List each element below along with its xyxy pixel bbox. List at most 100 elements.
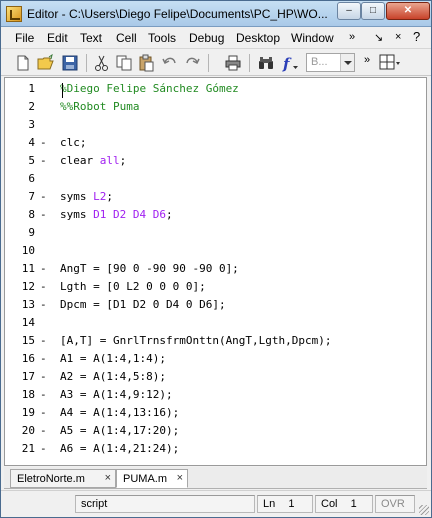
code-terminator: ; [106, 190, 113, 203]
close-window-button[interactable]: ✕ [386, 2, 430, 20]
breakpoint-marker[interactable]: - [40, 188, 47, 206]
line-number: 11 [21, 262, 35, 275]
open-folder-icon[interactable] [37, 54, 55, 72]
code-text: A6 = A(1:4,21:24); [60, 442, 180, 455]
line-number: 6 [28, 172, 35, 185]
menu-window[interactable]: Window [291, 31, 334, 45]
tab-close-button[interactable]: × [105, 472, 111, 484]
code-line[interactable]: 16- A1 = A(1:4,1:4); [5, 350, 425, 368]
code-line[interactable]: 2 %%Robot Puma [5, 98, 425, 116]
overwrite-indicator: OVR [375, 495, 415, 513]
code-line[interactable]: 1 %Diego Felipe Sánchez Gómez [5, 80, 425, 98]
tab-close-button[interactable]: × [177, 472, 183, 484]
menu-cell[interactable]: Cell [116, 31, 137, 45]
breakpoint-marker[interactable]: - [40, 422, 47, 440]
code-line[interactable]: 11- AngT = [90 0 -90 90 -90 0]; [5, 260, 425, 278]
code-line[interactable]: 19- A4 = A(1:4,13:16); [5, 404, 425, 422]
status-bar: script Ln 1 Col 1 OVR [1, 490, 431, 517]
code-line[interactable]: 6 [5, 170, 425, 188]
close-editor-button[interactable]: × [395, 31, 401, 43]
breakpoint-marker[interactable]: - [40, 332, 47, 350]
minimize-button[interactable]: – [337, 2, 361, 20]
breakpoint-marker[interactable]: - [40, 260, 47, 278]
line-number: 10 [21, 244, 35, 257]
copy-icon[interactable] [115, 54, 133, 72]
status-column: Col 1 [315, 495, 373, 513]
breakpoint-marker[interactable]: - [40, 386, 47, 404]
paste-icon[interactable] [137, 54, 155, 72]
code-text: clear all; [60, 152, 126, 170]
breakpoint-marker[interactable]: - [40, 350, 47, 368]
function-icon[interactable]: f [281, 54, 299, 72]
line-number: 2 [28, 100, 35, 113]
menu-debug[interactable]: Debug [189, 31, 224, 45]
menu-more-button[interactable]: » [349, 31, 355, 43]
menu-desktop[interactable]: Desktop [236, 31, 280, 45]
redo-icon[interactable] [183, 54, 201, 72]
breakpoint-marker[interactable]: - [40, 368, 47, 386]
tab-puma[interactable]: PUMA.m × [116, 469, 188, 488]
column-value: 1 [350, 498, 357, 510]
code-editor[interactable]: 1 %Diego Felipe Sánchez Gómez 2 %%Robot Pum… [4, 77, 427, 466]
code-line[interactable]: 7- syms L2; [5, 188, 425, 206]
print-icon[interactable] [224, 54, 242, 72]
font-selector[interactable]: B... [306, 53, 355, 72]
menu-file[interactable]: File [15, 31, 34, 45]
text-cursor [62, 83, 63, 98]
toolbar-more-button[interactable]: » [364, 54, 370, 66]
code-text: A4 = A(1:4,13:16); [60, 406, 180, 419]
code-line[interactable]: 14 [5, 314, 425, 332]
code-text: %%Robot Puma [60, 100, 140, 113]
breakpoint-marker[interactable]: - [40, 440, 47, 458]
tab-label: PUMA.m [123, 473, 167, 485]
line-number: 14 [21, 316, 35, 329]
column-label: Col [321, 498, 338, 510]
code-argument: all [99, 154, 120, 167]
maximize-button[interactable]: □ [361, 2, 385, 20]
resize-grip[interactable] [419, 505, 429, 515]
code-line[interactable]: 4- clc; [5, 134, 425, 152]
undock-icon[interactable]: ↘ [374, 31, 383, 44]
line-number: 19 [21, 406, 35, 419]
code-terminator: ; [165, 208, 173, 221]
breakpoint-marker[interactable]: - [40, 152, 47, 170]
code-line[interactable]: 5- clear all; [5, 152, 425, 170]
save-icon[interactable] [61, 54, 79, 72]
line-number: 7 [28, 190, 35, 203]
code-text: A5 = A(1:4,17:20); [60, 424, 180, 437]
layout-grid-icon[interactable] [379, 54, 401, 72]
undo-icon[interactable] [161, 54, 179, 72]
code-line[interactable]: 17- A2 = A(1:4,5:8); [5, 368, 425, 386]
menu-edit[interactable]: Edit [47, 31, 68, 45]
tab-eletronorte[interactable]: EletroNorte.m × [10, 469, 116, 488]
breakpoint-marker[interactable]: - [40, 278, 47, 296]
line-number: 17 [21, 370, 35, 383]
menu-tools[interactable]: Tools [148, 31, 176, 45]
code-line[interactable]: 3 [5, 116, 425, 134]
find-binoculars-icon[interactable] [257, 54, 275, 72]
breakpoint-marker[interactable]: - [40, 404, 47, 422]
code-line[interactable]: 18- A3 = A(1:4,9:12); [5, 386, 425, 404]
code-line[interactable]: 21- A6 = A(1:4,21:24); [5, 440, 425, 458]
line-number: 8 [28, 208, 35, 221]
line-number: 13 [21, 298, 35, 311]
toolbar-separator [86, 54, 87, 72]
cut-icon[interactable] [93, 54, 111, 72]
breakpoint-marker[interactable]: - [40, 134, 47, 152]
breakpoint-marker[interactable]: - [40, 206, 47, 224]
code-line[interactable]: 9 [5, 224, 425, 242]
chevron-down-icon [340, 54, 354, 71]
code-line[interactable]: 8- syms D1 D2 D4 D6; [5, 206, 425, 224]
menu-text[interactable]: Text [80, 31, 102, 45]
help-button[interactable]: ? [413, 29, 420, 44]
breakpoint-marker[interactable]: - [40, 296, 47, 314]
new-file-icon[interactable] [14, 54, 32, 72]
code-line[interactable]: 13- Dpcm = [D1 D2 0 D4 0 D6]; [5, 296, 425, 314]
title-bar[interactable]: Editor - C:\Users\Diego Felipe\Documents… [1, 1, 431, 27]
code-line[interactable]: 20- A5 = A(1:4,17:20); [5, 422, 425, 440]
code-line[interactable]: 15- [A,T] = GnrlTrnsfrmOnttn(AngT,Lgth,Dp… [5, 332, 425, 350]
toolbar: f B... » [1, 50, 431, 76]
tab-label: EletroNorte.m [17, 473, 85, 485]
code-line[interactable]: 10 [5, 242, 425, 260]
code-line[interactable]: 12- Lgth = [0 L2 0 0 0 0]; [5, 278, 425, 296]
